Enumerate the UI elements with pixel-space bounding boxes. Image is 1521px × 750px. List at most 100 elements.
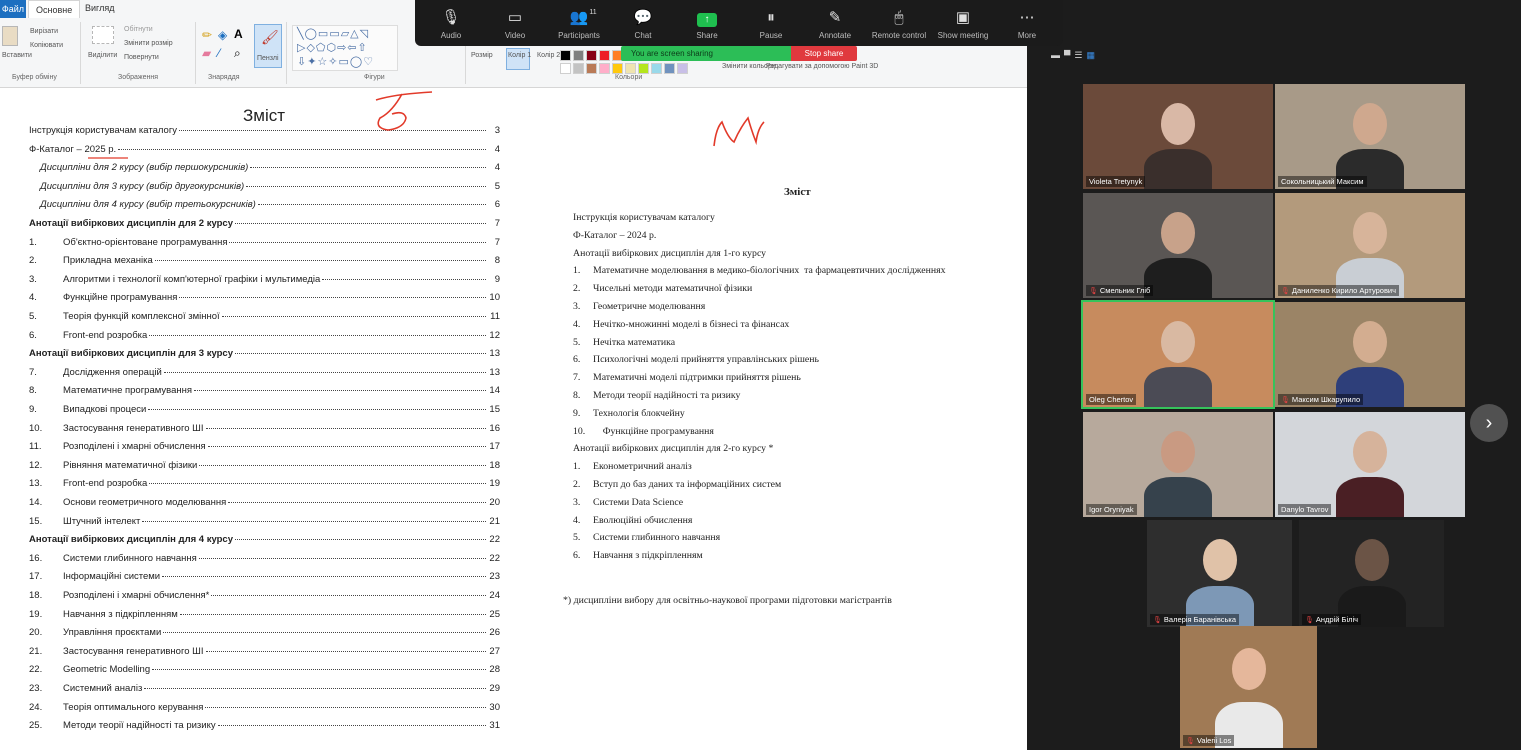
shapes-gallery[interactable]: ╲◯▭▭▱△◹ ▷◇⬠⬡⇨⇦⇧ ⇩✦☆✧▭◯♡ [292, 25, 398, 71]
color2-button[interactable]: Колір 2 [537, 52, 560, 59]
color-swatch[interactable] [625, 63, 636, 74]
zoom-btn-label: Remote control [871, 30, 927, 40]
chat-icon: 💬 [633, 8, 653, 26]
zoom-btn-audio[interactable]: 🎙 Audio [421, 7, 481, 40]
color-swatch[interactable] [599, 63, 610, 74]
color-swatch[interactable] [677, 63, 688, 74]
zoom-btn-more[interactable]: ⋯ More [997, 7, 1057, 40]
select-icon[interactable] [92, 26, 114, 44]
paint3d-button[interactable]: Редагувати за допомогою Paint 3D [766, 63, 878, 70]
zoom-btn-label: Annotate [818, 30, 852, 40]
color-swatch[interactable] [560, 63, 571, 74]
zoom-btn-share[interactable]: ↑ Share [677, 7, 737, 40]
paste-button[interactable]: Вставити [2, 52, 32, 59]
tab-view[interactable]: Вигляд [85, 3, 115, 13]
color-swatch[interactable] [612, 63, 623, 74]
zoom-btn-label: Pause [759, 30, 783, 40]
color-swatch[interactable] [586, 50, 597, 61]
text-tool-icon[interactable]: A [234, 27, 243, 41]
participant-video-body [1144, 367, 1212, 407]
brushes-button[interactable]: 🖌 Пензлі [254, 24, 282, 68]
participant-video-body [1144, 149, 1212, 189]
participant-name-label: Сокольницький Максим [1278, 176, 1367, 187]
participant-tile[interactable]: Danylo Tavrov [1275, 412, 1465, 517]
color-swatch[interactable] [573, 63, 584, 74]
zoom-btn-label: Show meeting [937, 30, 989, 40]
participant-tile[interactable]: Igor Oryniyak [1083, 412, 1273, 517]
next-page-button[interactable]: › [1470, 404, 1508, 442]
zoom-btn-label: Video [504, 30, 526, 40]
participant-name: Смельник Гліб [1099, 286, 1151, 295]
zoom-btn-label: More [1017, 30, 1037, 40]
speaker-view-icon[interactable]: ▀ [1064, 50, 1074, 60]
ribbon-divider [195, 22, 196, 84]
clipboard-group-label: Буфер обміну [12, 74, 57, 81]
participant-name-label: 🎙 Андрій Біліч [1302, 614, 1362, 625]
cut-button[interactable]: Вирізати [30, 28, 58, 35]
tools-group-label: Знаряддя [208, 74, 240, 81]
magnifier-icon[interactable]: ⌕ [234, 46, 241, 61]
color-swatch[interactable] [586, 63, 597, 74]
zoom-btn-chat[interactable]: 💬 Chat [613, 7, 673, 40]
participant-tile[interactable]: Сокольницький Максим [1275, 84, 1465, 189]
video-camera-icon: ▭ [507, 8, 523, 26]
red-ink-annotation [375, 91, 433, 131]
tab-home[interactable]: Основне [28, 0, 81, 18]
color-picker-icon[interactable]: ⁄ [218, 46, 220, 60]
shapes-group-label: Фігури [364, 74, 385, 81]
participant-video-face [1231, 647, 1266, 690]
participant-name-label: 🎙 Смельник Гліб [1086, 285, 1154, 296]
color1-button[interactable]: Колір 1 [506, 48, 531, 70]
microphone-icon: 🎙 [441, 8, 461, 26]
color-swatch[interactable] [638, 63, 649, 74]
participant-name-label: Igor Oryniyak [1086, 504, 1137, 515]
size-button[interactable]: Розмір [471, 52, 493, 59]
shared-document: Зміст Інструкція користувачам каталогу 3 Ф… [0, 88, 1027, 750]
eraser-tool-icon[interactable]: ▰ [202, 46, 211, 60]
resize-button[interactable]: Змінити розмір [124, 40, 173, 47]
zoom-btn-show-meeting[interactable]: ▣ Show meeting [933, 7, 993, 40]
minimize-icon[interactable]: ▬ [1051, 50, 1064, 60]
participant-tile[interactable]: Oleg Chertov [1081, 300, 1275, 409]
muted-mic-icon: 🎙 [1281, 397, 1290, 404]
participant-tile[interactable]: 🎙 Даниленко Кирило Артурович [1275, 193, 1465, 298]
participant-name: Danylo Tavrov [1281, 505, 1329, 514]
color-swatch[interactable] [664, 63, 675, 74]
participant-video-face [1353, 211, 1387, 254]
zoom-btn-participants[interactable]: 👥 11 Participants [549, 7, 609, 40]
color-swatch[interactable] [599, 50, 610, 61]
participant-tile[interactable]: 🎙 Максим Шкарупило [1275, 302, 1465, 407]
color-swatch[interactable] [651, 63, 662, 74]
zoom-btn-label: Audio [440, 30, 462, 40]
view-controls[interactable]: ▬▀☰▦ [1051, 50, 1099, 61]
list-view-icon[interactable]: ☰ [1074, 50, 1086, 60]
participant-count: 11 [589, 8, 597, 16]
participant-tile[interactable]: 🎙 Валерія Баранівська [1147, 520, 1292, 627]
tab-file[interactable]: Файл [0, 0, 26, 18]
fill-tool-icon[interactable]: ◈ [218, 28, 227, 42]
rotate-button[interactable]: Повернути [124, 54, 159, 61]
zoom-btn-video[interactable]: ▭ Video [485, 7, 545, 40]
crop-button[interactable]: Обітнути [124, 26, 153, 33]
share-arrow-icon: ↑ [697, 12, 717, 27]
zoom-btn-annotate[interactable]: ✎ Annotate [805, 7, 865, 40]
copy-button[interactable]: Копіювати [30, 42, 63, 49]
participant-tile[interactable]: Violeta Tretynyk [1083, 84, 1273, 189]
zoom-btn-pause[interactable]: ⏸ Pause [741, 7, 801, 40]
select-button[interactable]: Виділити [88, 52, 117, 59]
gallery-view-icon[interactable]: ▦ [1086, 50, 1099, 60]
participant-name-label: Danylo Tavrov [1278, 504, 1332, 515]
pencil-tool-icon[interactable]: ✏ [202, 28, 212, 42]
stop-share-button[interactable]: Stop share [791, 46, 857, 61]
participant-tile[interactable]: 🎙 Valerii Los [1180, 626, 1317, 748]
color-swatch[interactable] [560, 50, 571, 61]
participant-name: Даниленко Кирило Артурович [1291, 286, 1397, 295]
zoom-btn-remote-control[interactable]: 🖱 Remote control [869, 7, 929, 40]
image-group-label: Зображення [118, 74, 159, 81]
participants-icon: 👥 [569, 8, 589, 26]
color-swatch[interactable] [573, 50, 584, 61]
colors-group-label: Кольори [615, 74, 643, 81]
paste-icon[interactable] [2, 26, 18, 46]
participant-tile[interactable]: 🎙 Андрій Біліч [1299, 520, 1444, 627]
participant-tile[interactable]: 🎙 Смельник Гліб [1083, 193, 1273, 298]
